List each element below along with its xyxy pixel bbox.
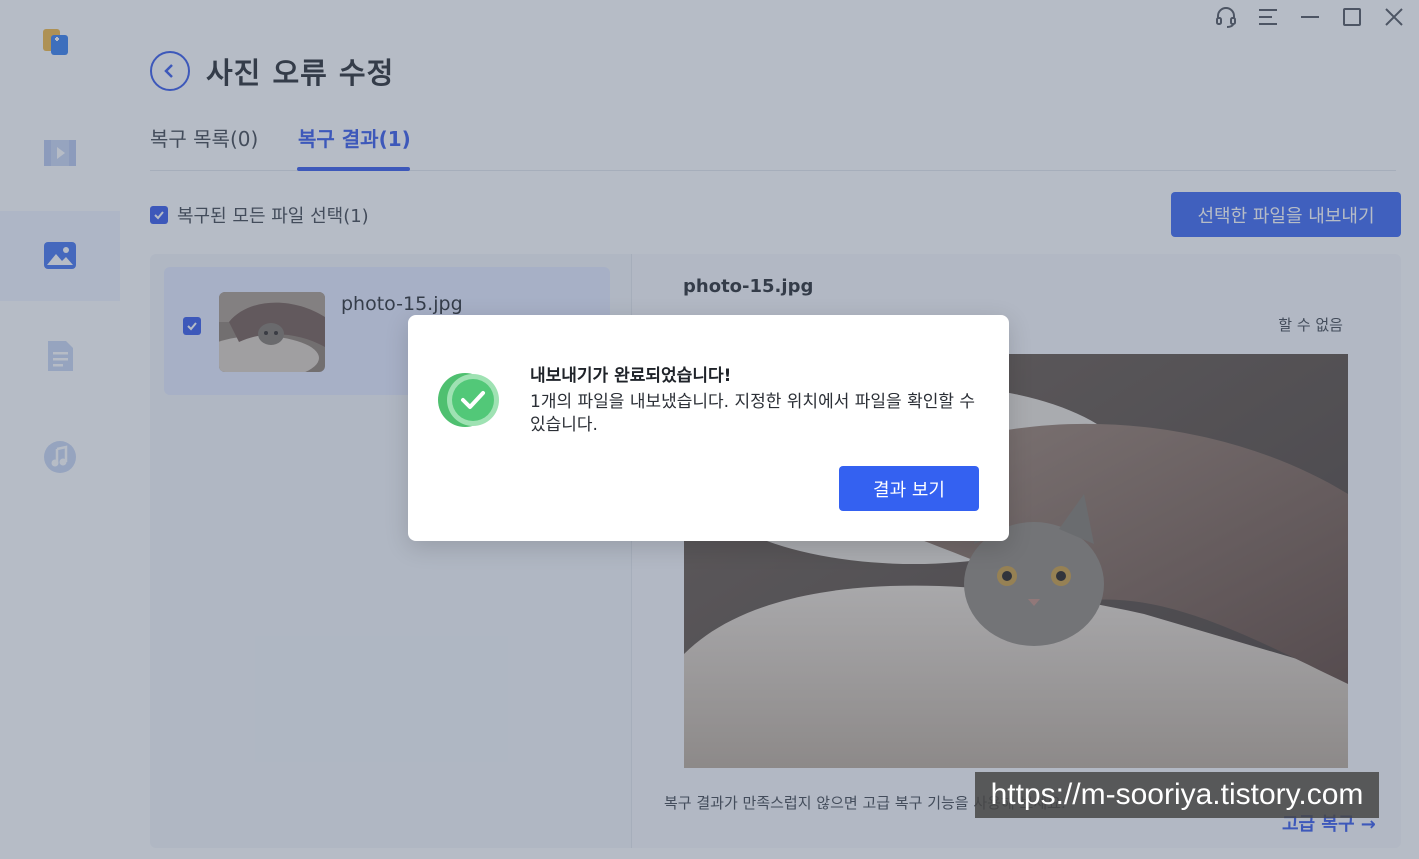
dialog-title: 내보내기가 완료되었습니다! <box>530 366 732 386</box>
app-window: 사진 오류 수정 복구 목록(0) 복구 결과(1) 복구된 모든 파일 선택(… <box>0 0 1419 859</box>
export-complete-dialog: 내보내기가 완료되었습니다! 1개의 파일을 내보냈습니다. 지정한 위치에서 … <box>408 315 1009 541</box>
success-check-icon <box>438 373 499 427</box>
watermark-text: https://m-sooriya.tistory.com <box>975 772 1379 818</box>
view-results-button[interactable]: 결과 보기 <box>839 466 979 511</box>
dialog-message: 1개의 파일을 내보냈습니다. 지정한 위치에서 파일을 확인할 수 있습니다. <box>530 392 976 435</box>
